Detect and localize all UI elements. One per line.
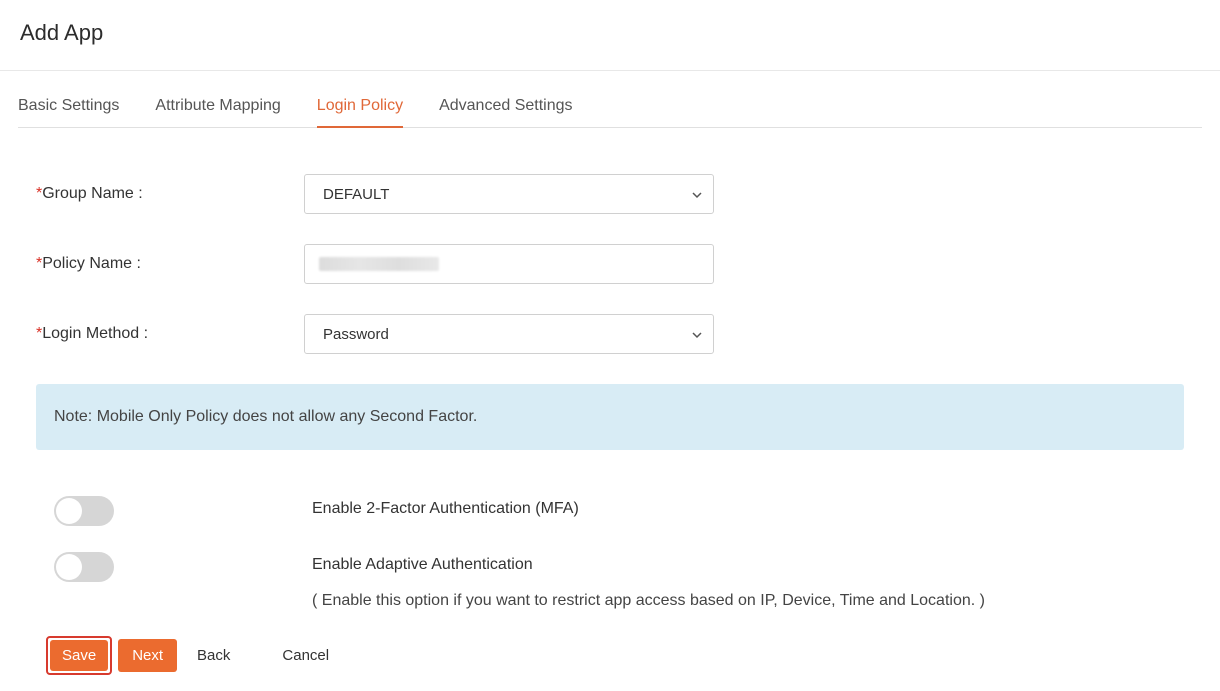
toggle-col-adaptive: [54, 552, 312, 582]
toggle-label-mfa: Enable 2-Factor Authentication (MFA): [312, 496, 1184, 518]
toggle-label-adaptive: Enable Adaptive Authentication: [312, 552, 1184, 574]
save-highlight: Save: [46, 636, 112, 675]
input-policy-name[interactable]: [304, 244, 714, 284]
page-title: Add App: [20, 20, 1200, 46]
label-policy-name: *Policy Name :: [36, 255, 304, 273]
row-mfa-toggle: Enable 2-Factor Authentication (MFA): [36, 496, 1184, 526]
label-login-method: *Login Method :: [36, 325, 304, 343]
toggle-mfa[interactable]: [54, 496, 114, 526]
select-group-name-value: DEFAULT: [323, 186, 389, 203]
toggle-adaptive[interactable]: [54, 552, 114, 582]
row-adaptive-toggle: Enable Adaptive Authentication ( Enable …: [36, 552, 1184, 610]
content-area: Basic Settings Attribute Mapping Login P…: [0, 71, 1220, 685]
back-button[interactable]: Back: [183, 639, 244, 672]
cancel-button[interactable]: Cancel: [268, 639, 343, 672]
obscured-value: [319, 257, 439, 271]
control-policy-name: [304, 244, 714, 284]
select-login-method-value: Password: [323, 326, 389, 343]
toggle-desc-mfa: Enable 2-Factor Authentication (MFA): [312, 496, 1184, 518]
tab-attribute-mapping[interactable]: Attribute Mapping: [155, 97, 280, 127]
toggle-knob: [56, 554, 82, 580]
button-bar: Save Next Back Cancel: [36, 626, 1184, 685]
tab-basic-settings[interactable]: Basic Settings: [18, 97, 119, 127]
page-header: Add App: [0, 0, 1220, 71]
control-group-name: DEFAULT: [304, 174, 714, 214]
form-area: *Group Name : DEFAULT *Policy Name :: [18, 128, 1202, 685]
chevron-down-icon: [691, 329, 701, 339]
select-login-method[interactable]: Password: [304, 314, 714, 354]
toggle-col-mfa: [54, 496, 312, 526]
label-group-name: *Group Name :: [36, 185, 304, 203]
save-button[interactable]: Save: [50, 640, 108, 671]
row-group-name: *Group Name : DEFAULT: [36, 174, 1184, 214]
toggle-desc-adaptive: Enable Adaptive Authentication ( Enable …: [312, 552, 1184, 610]
chevron-down-icon: [691, 189, 701, 199]
row-login-method: *Login Method : Password: [36, 314, 1184, 354]
control-login-method: Password: [304, 314, 714, 354]
row-policy-name: *Policy Name :: [36, 244, 1184, 284]
toggle-sublabel-adaptive: ( Enable this option if you want to rest…: [312, 592, 1184, 610]
tab-login-policy[interactable]: Login Policy: [317, 97, 403, 127]
next-button[interactable]: Next: [118, 639, 177, 672]
select-group-name[interactable]: DEFAULT: [304, 174, 714, 214]
tab-advanced-settings[interactable]: Advanced Settings: [439, 97, 572, 127]
toggle-knob: [56, 498, 82, 524]
tab-bar: Basic Settings Attribute Mapping Login P…: [18, 71, 1202, 128]
note-box: Note: Mobile Only Policy does not allow …: [36, 384, 1184, 450]
